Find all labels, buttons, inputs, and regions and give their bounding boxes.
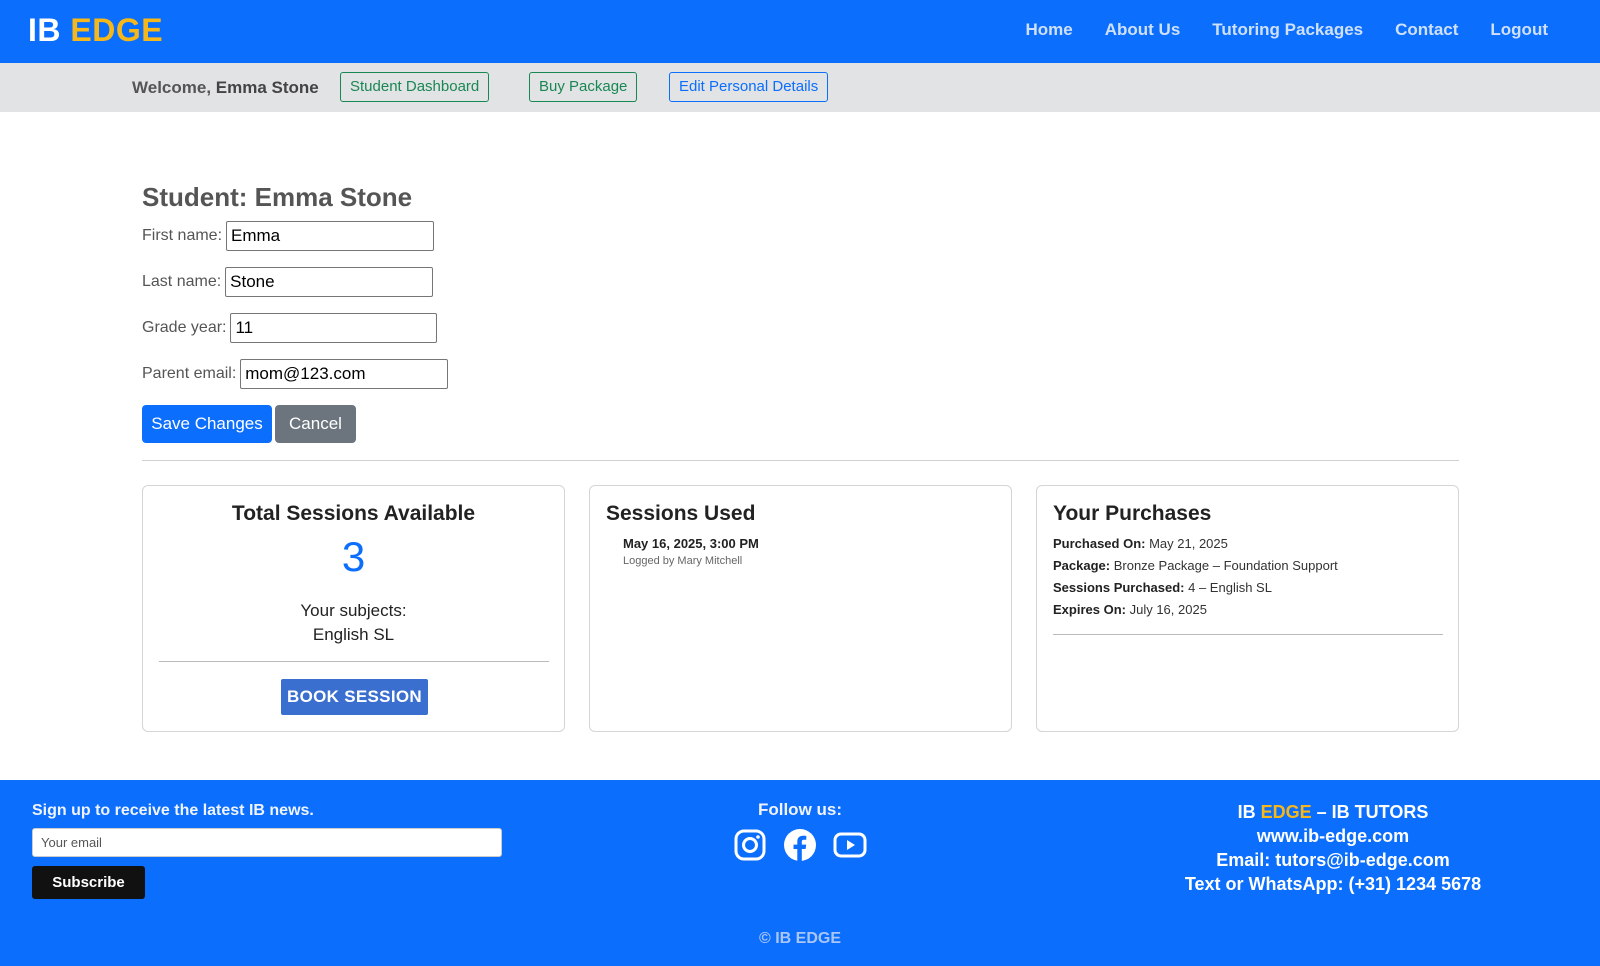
nav-logout-link[interactable]: Logout xyxy=(1490,20,1548,40)
contact-heading: IB EDGE – IB TUTORS xyxy=(1133,800,1533,824)
purchased-on-line: Purchased On: May 21, 2025 xyxy=(1053,536,1228,551)
sessions-used-card: Sessions Used May 16, 2025, 3:00 PM Logg… xyxy=(589,485,1012,732)
grade-year-row: Grade year: xyxy=(142,313,438,343)
sessions-available-count: 3 xyxy=(341,533,366,580)
sessions-purchased-value: 4 – English SL xyxy=(1188,580,1272,595)
package-line: Package: Bronze Package – Foundation Sup… xyxy=(1053,558,1338,573)
newsletter-text: Sign up to receive the latest IB news. xyxy=(32,802,314,819)
subjects-value: English SL xyxy=(312,625,395,644)
facebook-icon[interactable] xyxy=(783,828,817,862)
subjects-label: Your subjects: xyxy=(300,601,407,620)
nav-links: Home About Us Tutoring Packages Contact … xyxy=(1026,20,1549,40)
nav-home-link[interactable]: Home xyxy=(1026,20,1073,40)
sessions-used-title: Sessions Used xyxy=(606,502,756,525)
sessions-purchased-line: Sessions Purchased: 4 – English SL xyxy=(1053,580,1272,595)
contact-info: IB EDGE – IB TUTORS www.ib-edge.com Emai… xyxy=(1133,800,1533,896)
purchases-title: Your Purchases xyxy=(1053,502,1212,525)
expires-on-value: July 16, 2025 xyxy=(1129,602,1207,617)
contact-ib: IB xyxy=(1237,802,1261,822)
grade-year-label: Grade year: xyxy=(142,319,227,336)
first-name-input[interactable] xyxy=(226,221,435,251)
parent-email-input[interactable] xyxy=(240,359,449,389)
package-label: Package: xyxy=(1053,558,1111,573)
session-date: May 16, 2025, 3:00 PM xyxy=(623,536,759,551)
cancel-button[interactable]: Cancel xyxy=(275,405,356,443)
footer: Sign up to receive the latest IB news. S… xyxy=(0,780,1600,966)
contact-email[interactable]: Email: tutors@ib-edge.com xyxy=(1133,848,1533,872)
nav-about-link[interactable]: About Us xyxy=(1105,20,1181,40)
copyright-text: © IB EDGE xyxy=(758,930,842,947)
purchases-card: Your Purchases Purchased On: May 21, 202… xyxy=(1036,485,1459,732)
top-navbar: IB EDGE Home About Us Tutoring Packages … xyxy=(0,0,1600,63)
welcome-prefix: Welcome, xyxy=(132,78,216,97)
welcome-text: Welcome, Emma Stone xyxy=(132,78,319,98)
student-dashboard-button[interactable]: Student Dashboard xyxy=(340,72,490,102)
session-logged-by: Logged by Mary Mitchell xyxy=(623,555,743,567)
last-name-row: Last name: xyxy=(142,267,434,297)
book-session-button[interactable]: BOOK SESSION xyxy=(281,679,428,715)
last-name-input[interactable] xyxy=(225,267,434,297)
user-subbar: Welcome, Emma Stone Student Dashboard Bu… xyxy=(0,63,1600,112)
expires-on-label: Expires On: xyxy=(1053,602,1126,617)
save-changes-button[interactable]: Save Changes xyxy=(142,405,272,443)
newsletter-email-input[interactable] xyxy=(32,828,502,857)
expires-on-line: Expires On: July 16, 2025 xyxy=(1053,602,1207,617)
edit-personal-details-button[interactable]: Edit Personal Details xyxy=(669,72,829,102)
purchase-divider xyxy=(1053,634,1443,635)
section-divider xyxy=(142,460,1459,461)
purchased-on-label: Purchased On: xyxy=(1053,536,1146,551)
first-name-row: First name: xyxy=(142,221,435,251)
card-divider xyxy=(159,661,549,662)
instagram-icon[interactable] xyxy=(733,828,767,862)
youtube-icon[interactable] xyxy=(833,828,867,862)
buy-package-button[interactable]: Buy Package xyxy=(529,72,638,102)
contact-edge: EDGE xyxy=(1260,802,1312,822)
nav-contact-link[interactable]: Contact xyxy=(1395,20,1458,40)
student-title: Student: Emma Stone xyxy=(142,182,413,212)
first-name-label: First name: xyxy=(142,227,223,244)
sessions-purchased-label: Sessions Purchased: xyxy=(1053,580,1185,595)
brand-ib: IB xyxy=(28,12,61,48)
sessions-available-card: Total Sessions Available 3 Your subjects… xyxy=(142,485,565,732)
contact-suffix: – IB TUTORS xyxy=(1311,802,1429,822)
grade-year-input[interactable] xyxy=(230,313,438,343)
brand-logo[interactable]: IB EDGE xyxy=(28,12,163,49)
contact-phone: Text or WhatsApp: (+31) 1234 5678 xyxy=(1184,874,1482,894)
contact-website[interactable]: www.ib-edge.com xyxy=(1133,824,1533,848)
package-value: Bronze Package – Foundation Support xyxy=(1113,558,1338,573)
purchased-on-value: May 21, 2025 xyxy=(1149,536,1228,551)
welcome-user-name: Emma Stone xyxy=(215,78,319,97)
last-name-label: Last name: xyxy=(142,273,222,290)
subscribe-button[interactable]: Subscribe xyxy=(32,866,145,899)
follow-us-label: Follow us: xyxy=(757,800,843,819)
sessions-available-title: Total Sessions Available xyxy=(231,502,476,525)
parent-email-row: Parent email: xyxy=(142,359,449,389)
brand-edge: EDGE xyxy=(70,12,164,48)
parent-email-label: Parent email: xyxy=(142,365,237,382)
nav-packages-link[interactable]: Tutoring Packages xyxy=(1212,20,1363,40)
